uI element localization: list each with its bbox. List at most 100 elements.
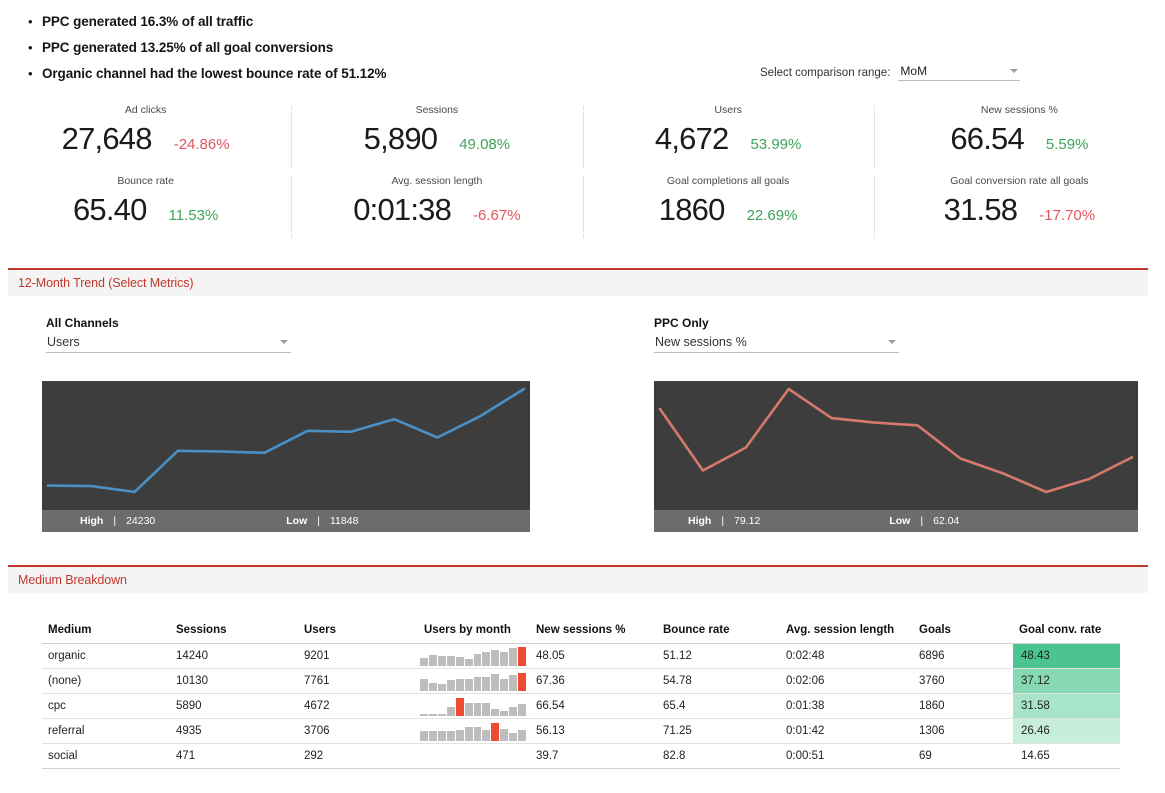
divider: | [920, 515, 924, 527]
column-header-medium[interactable]: Medium [42, 624, 170, 644]
mini-bar-chart [420, 696, 527, 716]
column-header-goals[interactable]: Goals [913, 624, 1013, 644]
scorecard-delta: 22.69% [746, 207, 798, 224]
ppc-only-plot [654, 381, 1138, 510]
scorecard-row-2: Bounce rate 65.40 11.53% Avg. session le… [0, 171, 1165, 242]
mini-bar [437, 730, 446, 741]
scorecard-value: 5,890 [363, 121, 438, 156]
all-channels-label: All Channels [46, 316, 119, 330]
mini-bar [518, 703, 527, 716]
cell-avg-session-length: 0:02:48 [780, 643, 913, 669]
cell-new-sessions: 66.54 [530, 693, 657, 719]
scorecard-goal-conversion-rate[interactable]: Goal conversion rate all goals 31.58 -17… [873, 171, 1165, 242]
scorecard-goal-completions[interactable]: Goal completions all goals 1860 22.69% [582, 171, 874, 242]
scorecard-ad-clicks[interactable]: Ad clicks 27,648 -24.86% [0, 100, 291, 171]
mini-bar [473, 676, 482, 691]
medium-breakdown-table: Medium Sessions Users Users by month New… [42, 624, 1120, 769]
scorecard-delta: -24.86% [173, 136, 230, 153]
section-title: Medium Breakdown [18, 573, 127, 587]
table-row[interactable]: organic 14240 9201 48.05 51.12 0:02:48 6896 48.… [42, 643, 1120, 669]
cell-users: 3706 [298, 718, 418, 744]
cell-bounce-rate: 65.4 [657, 693, 780, 719]
table-row[interactable]: (none) 10130 7761 67.36 54.78 0:02:06 3760 37.1… [42, 668, 1120, 694]
mini-bar [420, 714, 428, 716]
cell-users: 9201 [298, 643, 418, 669]
high-value: 79.12 [734, 515, 761, 527]
table-header-row: Medium Sessions Users Users by month New… [42, 624, 1120, 644]
mini-bar [455, 679, 464, 691]
divider: | [317, 515, 320, 527]
mini-bar [482, 651, 491, 666]
ppc-only-trend-chart[interactable]: High | 79.12 Low | 62.04 [654, 381, 1138, 532]
column-header-new-sessions[interactable]: New sessions % [530, 624, 657, 644]
cell-medium: (none) [42, 668, 170, 694]
mini-bar [455, 698, 464, 716]
scorecard-label: New sessions % [980, 104, 1058, 116]
scorecard-new-sessions[interactable]: New sessions % 66.54 5.59% [873, 100, 1165, 171]
scorecard-row-1: Ad clicks 27,648 -24.86% Sessions 5,890 … [0, 100, 1165, 171]
mini-bar [500, 678, 509, 691]
ppc-only-chart-footer: High | 79.12 Low | 62.04 [654, 510, 1138, 532]
mini-bar-chart [420, 646, 527, 666]
mini-bar [464, 659, 473, 666]
comparison-range-select[interactable]: MoM [898, 64, 1021, 81]
cell-sessions: 471 [170, 743, 298, 769]
scorecard-grid: Ad clicks 27,648 -24.86% Sessions 5,890 … [0, 100, 1165, 242]
scorecard-sessions[interactable]: Sessions 5,890 49.08% [291, 100, 582, 171]
column-header-bounce-rate[interactable]: Bounce rate [657, 624, 780, 644]
scorecard-values: 27,648 -24.86% [0, 119, 291, 165]
scorecard-label: Sessions [415, 104, 459, 116]
scorecard-value: 1860 [658, 192, 726, 227]
table-row[interactable]: referral 4935 3706 56.13 71.25 0:01:42 1306 26.… [42, 718, 1120, 744]
table-body: organic 14240 9201 48.05 51.12 0:02:48 6896 48.… [42, 643, 1120, 769]
scorecard-label: Goal conversion rate all goals [950, 175, 1089, 187]
chevron-down-icon [888, 340, 896, 344]
all-channels-metric-select[interactable]: Users [46, 335, 291, 353]
cell-sessions: 10130 [170, 668, 298, 694]
bullet-icon: • [28, 40, 33, 55]
mini-bar [420, 658, 428, 666]
cell-goals: 1306 [913, 718, 1013, 744]
column-header-goal-conv-rate[interactable]: Goal conv. rate [1013, 624, 1120, 644]
cell-bounce-rate: 51.12 [657, 643, 780, 669]
all-channels-trend-chart[interactable]: High | 24230 Low | 11848 [42, 381, 530, 532]
cell-goal-conv-rate: 37.12 [1013, 668, 1120, 694]
cell-users-by-month [418, 643, 530, 669]
mini-bar [491, 709, 500, 716]
cell-users-by-month [418, 718, 530, 744]
all-channels-line [46, 387, 526, 494]
mini-bar [518, 729, 527, 741]
scorecard-delta: -17.70% [1039, 207, 1096, 224]
scorecard-label: Bounce rate [117, 175, 174, 187]
scorecard-value: 27,648 [61, 121, 153, 156]
insight-text: Organic channel had the lowest bounce ra… [42, 66, 387, 81]
scorecard-values: 4,672 53.99% [583, 119, 874, 165]
cell-goals: 69 [913, 743, 1013, 769]
mini-bar [455, 657, 464, 666]
cell-users: 4672 [298, 693, 418, 719]
comparison-range-label: Select comparison range: [760, 67, 891, 79]
scorecard-bounce-rate[interactable]: Bounce rate 65.40 11.53% [0, 171, 291, 242]
all-channels-chart-footer: High | 24230 Low | 11848 [42, 510, 530, 532]
scorecard-avg-session-length[interactable]: Avg. session length 0:01:38 -6.67% [291, 171, 582, 242]
column-header-sessions[interactable]: Sessions [170, 624, 298, 644]
section-header-breakdown: Medium Breakdown [8, 565, 1148, 593]
column-header-users-by-month[interactable]: Users by month [418, 624, 530, 644]
ppc-only-metric-select[interactable]: New sessions % [654, 335, 899, 353]
cell-users-by-month [418, 668, 530, 694]
table-row[interactable]: cpc 5890 4672 66.54 65.4 0:01:38 1860 31.58 [42, 693, 1120, 719]
cell-new-sessions: 67.36 [530, 668, 657, 694]
scorecard-users[interactable]: Users 4,672 53.99% [582, 100, 874, 171]
list-item: • PPC generated 13.25% of all goal conve… [28, 38, 1165, 64]
table-row[interactable]: social 471 292 39.7 82.8 0:00:51 69 14.65 [42, 743, 1120, 769]
mini-bar [464, 702, 473, 716]
mini-bar [482, 702, 491, 716]
cell-new-sessions: 39.7 [530, 743, 657, 769]
high-group: High | 79.12 [688, 515, 760, 527]
cell-goal-conv-rate: 48.43 [1013, 643, 1120, 669]
column-header-users[interactable]: Users [298, 624, 418, 644]
bullet-icon: • [28, 14, 33, 29]
cell-goal-conv-rate: 14.65 [1013, 743, 1120, 769]
mini-bar [482, 677, 491, 691]
column-header-avg-session-length[interactable]: Avg. session length [780, 624, 913, 644]
